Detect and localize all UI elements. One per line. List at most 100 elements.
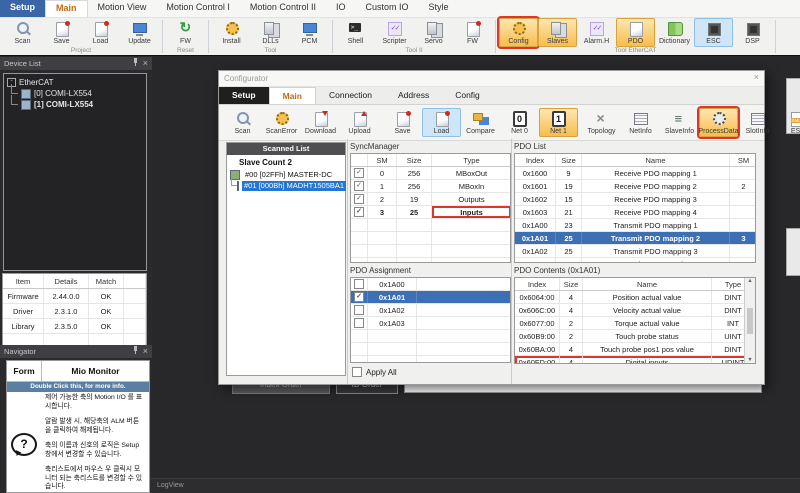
ribbon-tab-custom-io[interactable]: Custom IO (355, 0, 418, 17)
dialog-esi-button[interactable]: ESI (777, 108, 800, 137)
pdo-list-row-6[interactable]: 0x1A0225Transmit PDO mapping 3 (515, 245, 755, 258)
ribbon-shell-button[interactable]: Shell (336, 18, 375, 47)
logview-label[interactable]: LogView (157, 482, 184, 489)
ribbon-tab-motion-control-ii[interactable]: Motion Control II (240, 0, 326, 17)
syncmanager-row-5[interactable] (351, 232, 510, 245)
version-row-1[interactable]: Driver2.3.1.0OK (3, 304, 146, 319)
dialog-scan-button[interactable]: Scan (223, 108, 262, 137)
ribbon-esc-button[interactable]: ESC (694, 18, 733, 47)
dialog-processdata-button[interactable]: ProcessData (699, 108, 738, 137)
ribbon-save-button[interactable]: Save (42, 18, 81, 47)
checkbox[interactable] (354, 207, 364, 217)
device-tree-item-0[interactable]: [0] COMI-LX554 (4, 88, 146, 99)
pdo-list-row-3[interactable]: 0x160321Receive PDO mapping 4 (515, 206, 755, 219)
close-icon[interactable]: × (143, 345, 148, 358)
dialog-download-button[interactable]: Download (301, 108, 340, 137)
scrollbar[interactable]: ▲ ▼ (744, 278, 755, 363)
form-tab[interactable]: Form (7, 361, 42, 381)
dialog-tab-setup[interactable]: Setup (219, 87, 269, 104)
checkbox[interactable] (354, 305, 364, 315)
pdo-assignment-row-0[interactable]: 0x1A00 (351, 278, 510, 291)
dialog-tab-main[interactable]: Main (269, 87, 316, 104)
checkbox[interactable] (354, 292, 364, 302)
ribbon-servo-button[interactable]: Servo (414, 18, 453, 47)
syncmanager-row-0[interactable]: 0256MBoxOut (351, 167, 510, 180)
ribbon-fw-button[interactable]: FW (166, 18, 205, 47)
ribbon-pdo-button[interactable]: PDO (616, 18, 655, 47)
syncmanager-row-2[interactable]: 219Outputs (351, 193, 510, 206)
ribbon-tab-setup[interactable]: Setup (0, 0, 45, 17)
pdo-contents-row-5[interactable]: 0x60FD:004Digital inputsUDINT (515, 356, 755, 364)
pdo-list-row-7[interactable]: 0x1A0325Transmit PDO mapping 4 (515, 258, 755, 263)
ribbon-config-button[interactable]: Config (499, 18, 538, 47)
pdo-assignment-row-1[interactable]: 0x1A01 (351, 291, 510, 304)
dialog-slotinfo-button[interactable]: SlotInfo (738, 108, 777, 137)
pdo-contents-row-1[interactable]: 0x606C:004Velocity actual valueDINT (515, 304, 755, 317)
ribbon-tab-main[interactable]: Main (45, 0, 88, 17)
scanned-item-1[interactable]: #01 [000Bh] MADHT1505BA1 (227, 180, 345, 191)
pdo-list-row-0[interactable]: 0x16009Receive PDO mapping 1 (515, 167, 755, 180)
checkbox[interactable] (354, 181, 364, 191)
pdo-assignment-row-6[interactable] (351, 356, 510, 363)
dialog-net-1-button[interactable]: Net 1 (539, 108, 578, 137)
dialog-tab-connection[interactable]: Connection (316, 87, 385, 104)
dialog-compare-button[interactable]: Compare (461, 108, 500, 137)
ribbon-tab-io[interactable]: IO (326, 0, 356, 17)
scanned-item-0[interactable]: #00 [02FFh] MASTER-DC (227, 169, 345, 180)
splitter[interactable] (511, 139, 512, 384)
pdo-list-row-2[interactable]: 0x160215Receive PDO mapping 3 (515, 193, 755, 206)
pdo-assignment-row-5[interactable] (351, 343, 510, 356)
dialog-scanerror-button[interactable]: ScanError (262, 108, 301, 137)
pdo-list-row-4[interactable]: 0x1A0023Transmit PDO mapping 1 (515, 219, 755, 232)
ribbon-dsp-button[interactable]: DSP (733, 18, 772, 47)
pdo-contents-row-3[interactable]: 0x60B9:002Touch probe statusUINT (515, 330, 755, 343)
ribbon-alarm-h-button[interactable]: Alarm.H (577, 18, 616, 47)
dialog-load-button[interactable]: Load (422, 108, 461, 137)
ribbon-fw-button[interactable]: FW (453, 18, 492, 47)
scroll-up-icon[interactable]: ▲ (747, 278, 752, 284)
syncmanager-row-1[interactable]: 1256MBoxIn (351, 180, 510, 193)
dialog-netinfo-button[interactable]: NetInfo (621, 108, 660, 137)
syncmanager-row-6[interactable] (351, 245, 510, 258)
version-row-0[interactable]: Firmware2.44.0.0OK (3, 289, 146, 304)
ribbon-install-button[interactable]: Install (212, 18, 251, 47)
device-tree-item-1[interactable]: [1] COMI-LX554 (4, 99, 146, 110)
device-tree-root[interactable]: - EtherCAT (4, 74, 146, 88)
dialog-tab-address[interactable]: Address (385, 87, 442, 104)
ribbon-tab-style[interactable]: Style (418, 0, 458, 17)
pdo-list-row-5[interactable]: 0x1A0125Transmit PDO mapping 23 (515, 232, 755, 245)
ribbon-slaves-button[interactable]: Slaves (538, 18, 577, 47)
pdo-assignment-row-2[interactable]: 0x1A02 (351, 304, 510, 317)
dialog-titlebar[interactable]: Configurator × (219, 71, 764, 87)
pdo-contents-row-2[interactable]: 0x6077:002Torque actual valueINT (515, 317, 755, 330)
dialog-topology-button[interactable]: Topology (582, 108, 621, 137)
syncmanager-row-4[interactable] (351, 219, 510, 232)
dialog-tab-config[interactable]: Config (442, 87, 493, 104)
pin-icon[interactable] (132, 57, 139, 67)
pdo-list-row-1[interactable]: 0x160119Receive PDO mapping 22 (515, 180, 755, 193)
ribbon-tab-motion-view[interactable]: Motion View (88, 0, 157, 17)
ribbon-scripter-button[interactable]: Scripter (375, 18, 414, 47)
scroll-down-icon[interactable]: ▼ (747, 357, 752, 363)
syncmanager-row-7[interactable] (351, 258, 510, 263)
ribbon-dictionary-button[interactable]: Dictionary (655, 18, 694, 47)
dialog-save-button[interactable]: Save (383, 108, 422, 137)
ribbon-dlls-button[interactable]: DLLs (251, 18, 290, 47)
ribbon-scan-button[interactable]: Scan (3, 18, 42, 47)
ribbon-load-button[interactable]: Load (81, 18, 120, 47)
ribbon-pcm-button[interactable]: PCM (290, 18, 329, 47)
ribbon-update-button[interactable]: Update (120, 18, 159, 47)
close-icon[interactable]: × (143, 57, 148, 70)
dialog-slaveinfo-button[interactable]: SlaveInfo (660, 108, 699, 137)
pdo-assignment-row-4[interactable] (351, 330, 510, 343)
version-row-2[interactable]: Library2.3.5.0OK (3, 319, 146, 334)
mio-monitor-tab[interactable]: Mio Monitor (42, 361, 149, 381)
pdo-assignment-row-3[interactable]: 0x1A03 (351, 317, 510, 330)
splitter[interactable] (347, 139, 348, 384)
scrollbar-thumb[interactable] (747, 308, 753, 334)
dialog-close-icon[interactable]: × (754, 71, 759, 86)
checkbox[interactable] (354, 168, 364, 178)
checkbox[interactable] (354, 194, 364, 204)
dialog-upload-button[interactable]: Upload (340, 108, 379, 137)
pdo-contents-row-4[interactable]: 0x60BA:004Touch probe pos1 pos valueDINT (515, 343, 755, 356)
